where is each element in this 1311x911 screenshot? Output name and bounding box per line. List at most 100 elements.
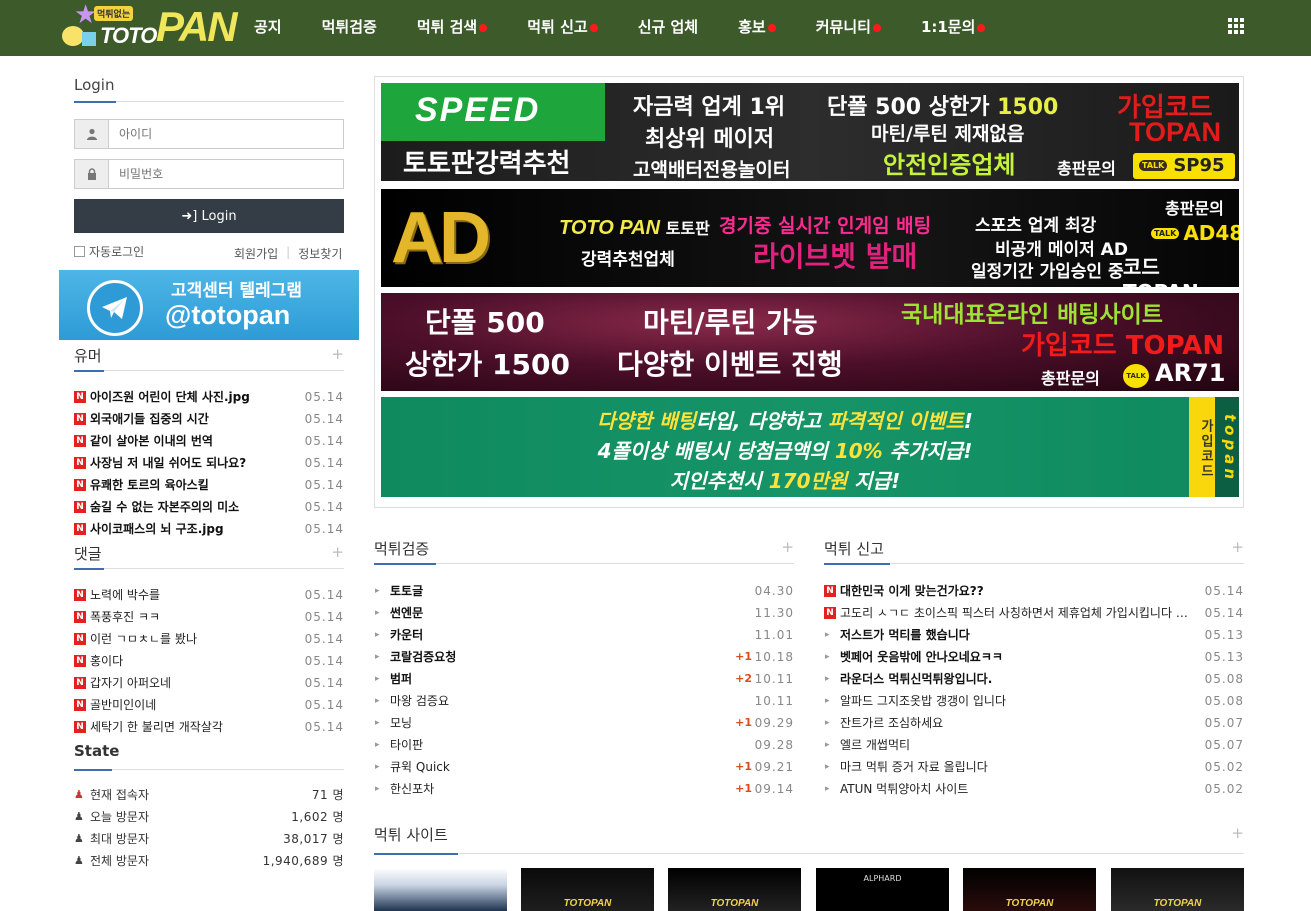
nav-promo[interactable]: 홍보: [718, 16, 796, 37]
user-icon: ♟: [74, 810, 84, 823]
logo-tag: 먹튀없는: [94, 6, 134, 21]
list-item[interactable]: ▸ 큐윅 Quick +1 09.21: [374, 756, 794, 778]
sites-title[interactable]: 먹튀 사이트: [374, 826, 448, 844]
state-title: State: [74, 742, 120, 760]
ar-banner[interactable]: 단폴 500 상한가 1500 마틴/루틴 가능 다양한 이벤트 진행 국내대표…: [381, 293, 1239, 391]
humor-title[interactable]: 유머: [74, 347, 102, 365]
new-badge-icon: N: [74, 391, 86, 403]
auto-login-checkbox[interactable]: [74, 246, 85, 257]
event-banner[interactable]: 다양한 배팅타입, 다양하고 파격적인 이벤트! 4폴이상 배팅시 당첨금액의 …: [381, 397, 1239, 497]
site-thumbnail[interactable]: TOTOPAN: [668, 868, 801, 911]
list-item[interactable]: N 숨길 수 없는 자본주의의 미소 05.14: [74, 496, 344, 518]
list-item[interactable]: ▸ 카운터 11.01: [374, 624, 794, 646]
caret-right-icon: ▸: [825, 630, 830, 640]
list-item[interactable]: ▸ 라운더스 먹튀신먹튀왕입니다. 05.08: [824, 668, 1244, 690]
list-item[interactable]: ▸ 타이판 09.28: [374, 734, 794, 756]
plus-icon[interactable]: +: [331, 345, 344, 363]
signup-link[interactable]: 회원가입: [234, 245, 278, 262]
nav-inquiry[interactable]: 1:1문의: [901, 16, 1005, 37]
list-item[interactable]: ▸ 엘르 개썹먹티 05.07: [824, 734, 1244, 756]
list-item[interactable]: ▸ 한신포차 +1 09.14: [374, 778, 794, 800]
nav-new-sites[interactable]: 신규 업체: [618, 16, 718, 37]
list-item[interactable]: ▸ 마왕 검증요 10.11: [374, 690, 794, 712]
nav-community[interactable]: 커뮤니티: [796, 16, 901, 37]
telegram-line2: @totopan: [165, 300, 291, 330]
state-list: ♟ 현재 접속자 71 명 ♟ 오늘 방문자 1,602 명 ♟ 최대 방문자 38,017…: [74, 784, 344, 872]
find-info-link[interactable]: 정보찾기: [298, 245, 342, 262]
list-item[interactable]: N 갑자기 아퍼오네 05.14: [74, 672, 344, 694]
plus-icon[interactable]: +: [781, 538, 794, 556]
banner-text: 코드 TOPAN: [1123, 255, 1199, 287]
report-header: 먹튀 신고 +: [824, 538, 1244, 565]
list-item[interactable]: N 사장님 저 내일 쉬어도 되나요? 05.14: [74, 452, 344, 474]
caret-right-icon: ▸: [825, 696, 830, 706]
site-thumbnail[interactable]: [374, 868, 507, 911]
id-input[interactable]: [109, 120, 343, 148]
banner-text: 가입코드 TOPAN: [1021, 331, 1225, 361]
list-item[interactable]: ▸ 썬엔문 11.30: [374, 602, 794, 624]
report-title[interactable]: 먹튀 신고: [824, 540, 884, 558]
list-item[interactable]: N 홍이다 05.14: [74, 650, 344, 672]
list-item[interactable]: N 같이 살아본 이내의 번역 05.14: [74, 430, 344, 452]
auto-login-label: 자동로그인: [89, 245, 145, 259]
banner-text: 상한가 1500: [405, 348, 570, 381]
speed-banner[interactable]: SPEED 토토판강력추천 자금력 업계 1위 최상위 메이저 고액배터전용놀이…: [381, 83, 1239, 181]
list-item[interactable]: N 노력에 박수를 05.14: [74, 584, 344, 606]
new-badge-icon: N: [74, 501, 86, 513]
list-item[interactable]: N 세탁기 한 불리면 개작살각 05.14: [74, 716, 344, 738]
nav-notice[interactable]: 공지: [234, 16, 302, 37]
list-item[interactable]: N 골반미인이네 05.14: [74, 694, 344, 716]
state-row: ♟ 전체 방문자 1,940,689 명: [74, 850, 344, 872]
lock-icon: [75, 160, 109, 188]
new-badge-icon: N: [824, 607, 836, 619]
site-thumbnail[interactable]: TOTOPAN: [1111, 868, 1244, 911]
verify-title[interactable]: 먹튀검증: [374, 540, 429, 558]
plus-icon[interactable]: +: [1231, 538, 1244, 556]
grid-menu-icon[interactable]: [1228, 18, 1244, 34]
logo-pan: PAN: [156, 3, 238, 50]
new-badge-icon: N: [824, 585, 836, 597]
site-thumbnail[interactable]: TOTOPAN: [963, 868, 1096, 911]
password-input[interactable]: [109, 160, 343, 188]
login-button[interactable]: ➜] Login: [74, 199, 344, 233]
list-item[interactable]: N 유쾌한 토르의 육아스킬 05.14: [74, 474, 344, 496]
list-item[interactable]: ▸ 잔트가르 조심하세요 05.07: [824, 712, 1244, 734]
verify-header: 먹튀검증 +: [374, 538, 794, 565]
new-dot: [977, 23, 986, 32]
plus-icon[interactable]: +: [331, 543, 344, 561]
ad-banner[interactable]: AD TOTO PAN 토토판 강력추천업체 경기중 실시간 인게임 배팅 라이…: [381, 189, 1239, 287]
nav-report[interactable]: 먹튀 신고: [507, 16, 617, 37]
banner-text: 마틴/루틴 제재없음: [871, 123, 1025, 145]
list-item[interactable]: N 대한민국 이게 맞는건가요?? 05.14: [824, 580, 1244, 602]
list-item[interactable]: ▸ 토토글 04.30: [374, 580, 794, 602]
nav-search[interactable]: 먹튀 검색: [397, 16, 507, 37]
list-item[interactable]: N 외국애기들 집중의 시간 05.14: [74, 408, 344, 430]
banner-text: 다양한 배팅타입, 다양하고 파격적인 이벤트!: [597, 409, 973, 433]
telegram-banner[interactable]: 고객센터 텔레그램 @totopan: [59, 270, 359, 340]
list-item[interactable]: ▸ 알파드 그지조옷밥 갱갱이 입니다 05.08: [824, 690, 1244, 712]
list-item[interactable]: N 폭풍후진 ㅋㅋ 05.14: [74, 606, 344, 628]
nav-verify[interactable]: 먹튀검증: [302, 16, 397, 37]
list-item[interactable]: ▸ 모닝 +1 09.29: [374, 712, 794, 734]
new-badge-icon: N: [74, 611, 86, 623]
kakao-talk-badge: TALK AD48: [1151, 221, 1239, 245]
list-item[interactable]: N 아이즈원 어린이 단체 사진.jpg 05.14: [74, 386, 344, 408]
list-item[interactable]: ▸ 저스트가 먹티를 했습니다 05.13: [824, 624, 1244, 646]
auto-login[interactable]: 자동로그인: [74, 243, 144, 260]
list-item[interactable]: N 이런 ㄱㅁㅊㄴ를 봤나 05.14: [74, 628, 344, 650]
site-thumbnail[interactable]: TOTOPAN: [521, 868, 654, 911]
list-item[interactable]: ▸ 범퍼 +2 10.11: [374, 668, 794, 690]
banner-text: 자금력 업계 1위: [633, 95, 786, 120]
comments-title[interactable]: 댓글: [74, 545, 102, 563]
list-item[interactable]: N 사이코패스의 뇌 구조.jpg 05.14: [74, 518, 344, 540]
new-badge-icon: N: [74, 633, 86, 645]
site-thumbnail[interactable]: ALPHARD: [816, 868, 949, 911]
site-logo[interactable]: ★ 먹튀없는 TOTO PAN: [60, 2, 238, 52]
list-item[interactable]: ▸ 벳페어 웃음밖에 안나오네요ㅋㅋ 05.13: [824, 646, 1244, 668]
list-item[interactable]: ▸ 마크 먹튀 증거 자료 올립니다 05.02: [824, 756, 1244, 778]
list-item[interactable]: ▸ 코랄검증요청 +1 10.18: [374, 646, 794, 668]
list-item[interactable]: ▸ ATUN 먹튀양아치 사이트 05.02: [824, 778, 1244, 800]
list-item[interactable]: N 고도리 ㅅㄱㄷ 초이스픽 픽스터 사칭하면서 제휴업체 가입시킵니다 속… 05…: [824, 602, 1244, 624]
caret-right-icon: ▸: [375, 652, 380, 662]
plus-icon[interactable]: +: [1231, 824, 1244, 842]
